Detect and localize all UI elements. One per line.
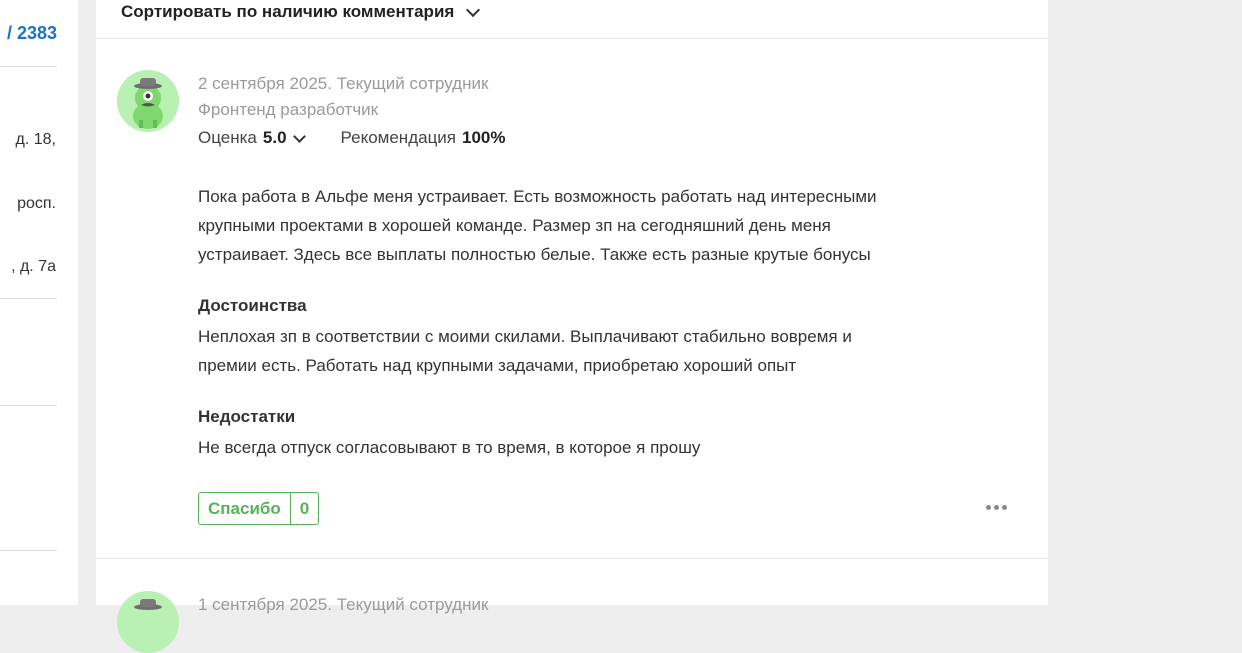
pros-line: премии есть. Работать над крупными задач… xyxy=(198,356,797,375)
cons-text: Не всегда отпуск согласовывают в то врем… xyxy=(198,438,701,457)
sidebar-divider xyxy=(0,550,57,551)
sort-dropdown[interactable]: Сортировать по наличию комментария xyxy=(121,2,481,22)
spy-mascot-icon xyxy=(117,70,179,132)
cons-heading: Недостатки xyxy=(198,407,296,426)
sidebar-padding xyxy=(57,0,78,605)
avatar xyxy=(117,591,179,653)
sidebar-address: д. 18, xyxy=(15,131,56,148)
avatar xyxy=(117,70,179,132)
more-options-icon[interactable] xyxy=(986,505,1007,510)
rating-value[interactable]: 5.0 xyxy=(263,128,287,148)
review-body-line: Пока работа в Альфе меня устраивает. Ест… xyxy=(198,187,877,206)
reviews-panel: Сортировать по наличию комментария 2 сен… xyxy=(96,0,1048,653)
divider xyxy=(96,38,1048,39)
chevron-down-icon xyxy=(466,2,481,17)
rating-label: Оценка xyxy=(198,128,257,147)
divider xyxy=(96,558,1048,559)
sidebar-address: , д. 7а xyxy=(11,258,56,275)
thanks-count: 0 xyxy=(299,499,310,518)
sidebar-divider xyxy=(0,298,57,299)
review-position: Фронтенд разработчик xyxy=(198,100,379,119)
sort-label: Сортировать по наличию комментария xyxy=(121,2,455,21)
thanks-button[interactable]: Спасибо 0 xyxy=(198,492,320,525)
left-sidebar: / 2383 д. 18, росп. , д. 7а xyxy=(0,0,57,605)
recommend-value: 100% xyxy=(462,128,506,147)
pros-heading: Достоинства xyxy=(198,296,307,315)
review-body-line: устраивает. Здесь все выплаты полностью … xyxy=(198,245,871,264)
sidebar-divider xyxy=(0,66,57,67)
reviews-count-link[interactable]: / 2383 xyxy=(7,23,57,44)
sidebar-address: росп. xyxy=(17,195,56,212)
chevron-down-icon[interactable] xyxy=(292,129,306,143)
recommend-label: Рекомендация xyxy=(340,128,457,147)
review-date-status: 1 сентября 2025. Текущий сотрудник xyxy=(198,595,489,614)
spy-mascot-icon xyxy=(117,591,179,653)
review-body: Пока работа в Альфе меня устраивает. Ест… xyxy=(198,182,918,269)
pros-text: Неплохая зп в соответствии с моими скила… xyxy=(198,322,918,380)
page-background xyxy=(1048,0,1242,605)
pros-line: Неплохая зп в соответствии с моими скила… xyxy=(198,327,852,346)
gutter xyxy=(78,0,96,605)
review-date-status: 2 сентября 2025. Текущий сотрудник xyxy=(198,74,489,93)
thanks-label: Спасибо xyxy=(199,493,291,524)
review-ratings: Оценка 5.0 Рекомендация 100% xyxy=(198,128,506,148)
review-body-line: крупными проектами в хорошей команде. Ра… xyxy=(198,216,831,235)
sidebar-divider xyxy=(0,405,57,406)
